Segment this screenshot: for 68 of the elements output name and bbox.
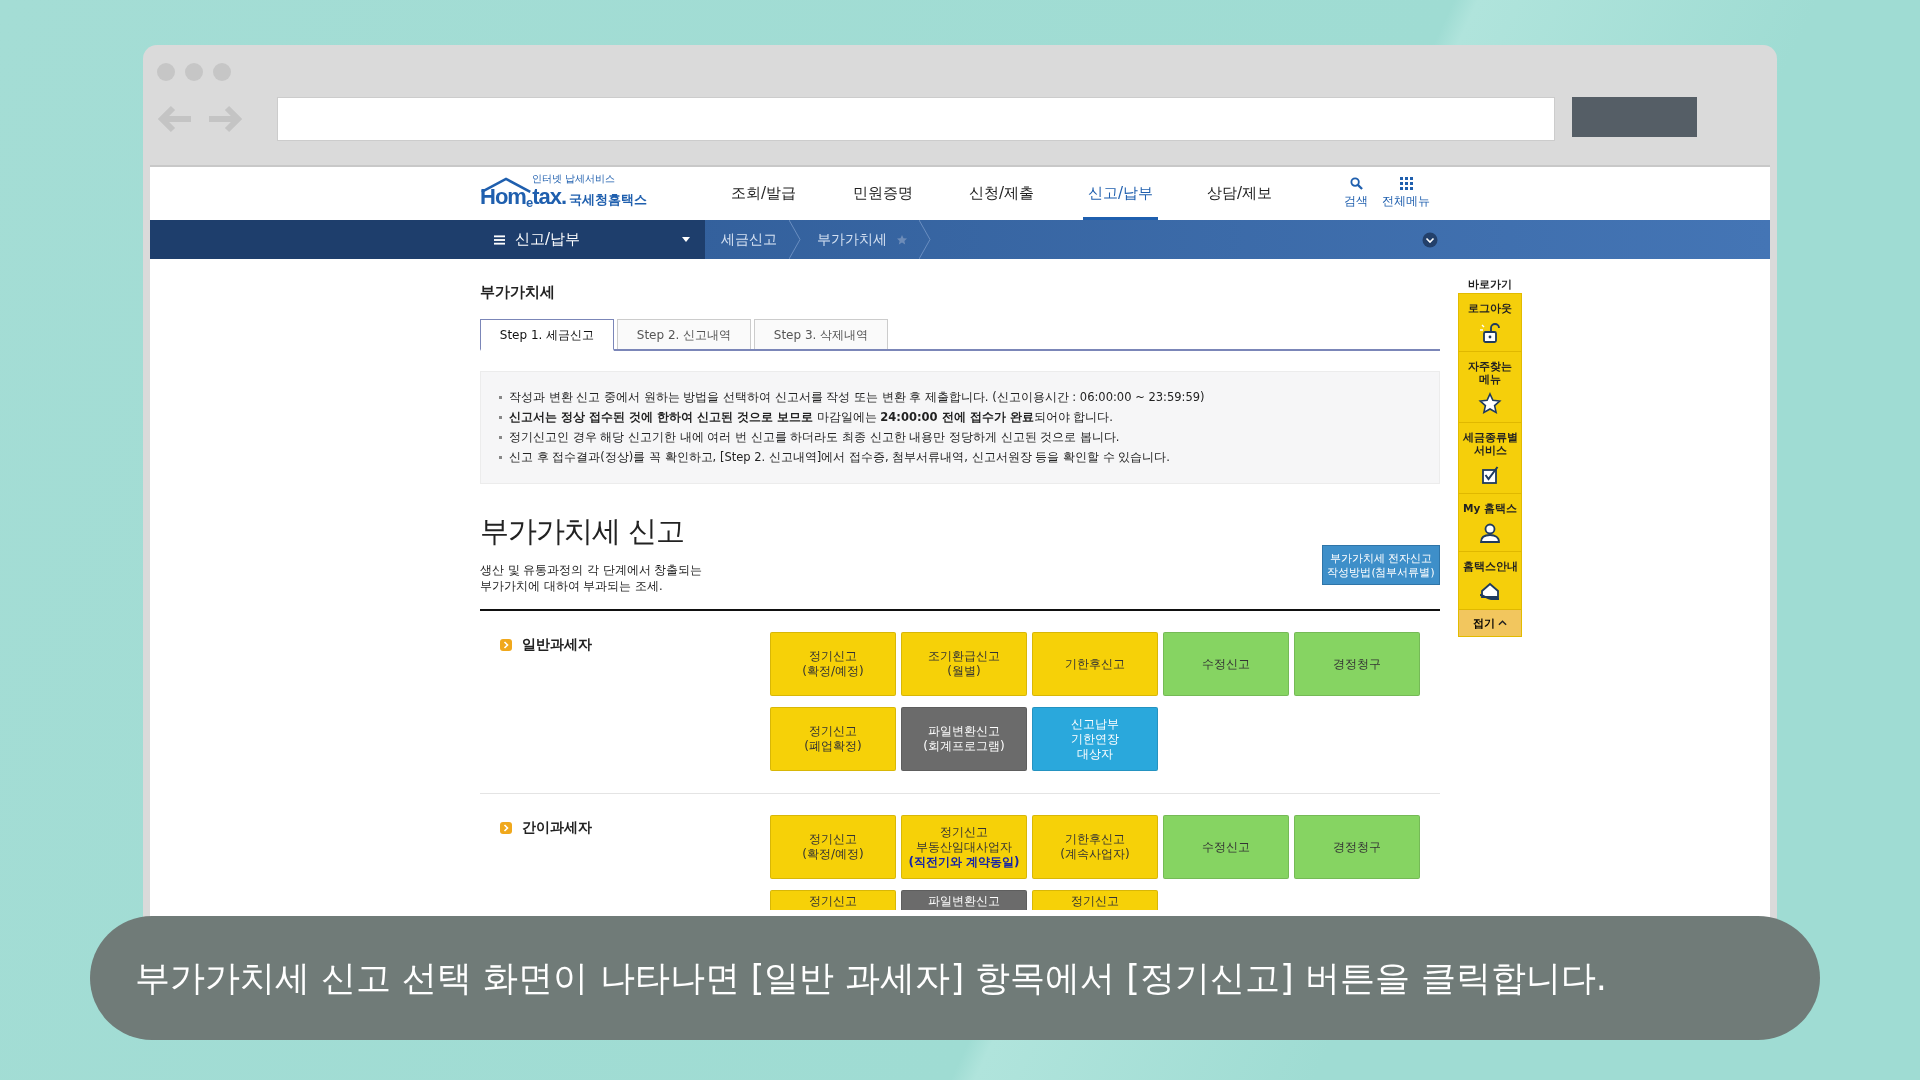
person-icon — [1478, 521, 1502, 545]
step-tab[interactable]: Step 1. 세금신고 — [480, 319, 614, 351]
bullet-icon — [499, 396, 502, 399]
page-title: 부가가치세 — [480, 283, 556, 303]
logo-name[interactable]: 국세청홈택스 — [569, 190, 648, 209]
breadcrumb-link[interactable]: 부가가치세 — [801, 220, 919, 259]
step-tab[interactable]: Step 2. 신고내역 — [617, 319, 751, 349]
section-title: 부가가치세 신고 — [480, 513, 686, 550]
notice-text: 작성과 변환 신고 중에서 원하는 방법을 선택하여 신고서를 작성 또는 변환 후 제출합니다. (신고이용시간 : 06:00:00 ~ 23:59:59) — [509, 390, 1205, 405]
guide-button[interactable]: 부가가치세 전자신고 작성방법(첨부서류별) — [1322, 545, 1440, 585]
notice-text: 정기신고인 경우 해당 신고기한 내에 여러 번 신고를 하더라도 최종 신고한 내용만 정당하게 신고된 것으로 봅니다. — [509, 430, 1120, 445]
report-button[interactable]: 정기신고 (확정/예정) — [770, 815, 896, 879]
nav-tab[interactable]: 민원증명 — [823, 167, 942, 220]
report-button[interactable]: 기한후신고 (계속사업자) — [1032, 815, 1158, 879]
fold-button[interactable]: 접기 — [1459, 610, 1521, 636]
menu-icon — [494, 234, 505, 245]
expand-icon[interactable] — [1422, 232, 1438, 248]
dropdown-caret-icon — [682, 237, 690, 242]
notice-text: 신고 후 접수결과(정상)를 꼭 확인하고, [Step 2. 신고내역]에서 접수증, 첨부서류내역, 신고서원장 등을 확인할 수 있습니다. — [509, 450, 1170, 465]
arrow-bullet-icon — [500, 822, 512, 834]
nav-tab[interactable]: 조회/발급 — [704, 167, 823, 220]
search-icon — [1349, 177, 1363, 190]
quick-menu-item[interactable]: My 홈택스 — [1459, 494, 1521, 552]
logo-wordmark[interactable]: Hom$_{e}$tax. — [480, 183, 567, 216]
grid-icon — [1399, 177, 1413, 190]
bullet-icon — [499, 436, 502, 439]
chevron-icon — [919, 220, 931, 259]
logo-tagline: 인터넷 납세서비스 — [532, 172, 617, 184]
section-description: 생산 및 유통과정의 각 단계에서 창출되는 부가가치에 대하여 부과되는 조세. — [480, 562, 703, 594]
group-label: 일반과세자 — [522, 636, 592, 654]
nav-tab[interactable]: 상담/제보 — [1180, 167, 1299, 220]
bullet-icon — [499, 416, 502, 419]
quick-menu-item[interactable]: 세금종류별 서비스 — [1459, 423, 1521, 494]
report-button[interactable]: 정기신고 — [770, 890, 896, 910]
report-button[interactable]: 기한후신고 — [1032, 632, 1158, 696]
quick-menu-item[interactable]: 자주찾는 메뉴 — [1459, 352, 1521, 423]
all-menu-button[interactable]: 전체메뉴 — [1382, 177, 1430, 210]
report-button[interactable]: 경정청구 — [1294, 632, 1420, 696]
report-button[interactable]: 조기환급신고 (월별) — [901, 632, 1027, 696]
chevron-icon — [789, 220, 801, 259]
report-button[interactable]: 파일변환신고 — [901, 890, 1027, 910]
star-icon[interactable] — [897, 234, 907, 245]
notice-text: 신고서는 정상 접수된 것에 한하여 신고된 것으로 보므로 마감일에는 24:00:00 전에 접수가 완료되어야 합니다. — [509, 410, 1113, 425]
report-button[interactable]: 수정신고 — [1163, 815, 1289, 879]
group-label: 간이과세자 — [522, 819, 592, 837]
report-button[interactable]: 파일변환신고 (회계프로그램) — [901, 707, 1027, 771]
address-field[interactable] — [277, 97, 1555, 141]
report-button[interactable]: 경정청구 — [1294, 815, 1420, 879]
nav-tab[interactable]: 신고/납부 — [1061, 167, 1180, 220]
search-button[interactable]: 검색 — [1344, 177, 1368, 210]
nav-tab[interactable]: 신청/제출 — [942, 167, 1061, 220]
report-button[interactable]: 정기신고 (폐업확정) — [770, 707, 896, 771]
step-tab[interactable]: Step 3. 삭제내역 — [754, 319, 888, 349]
bullet-icon — [499, 456, 502, 459]
lock-icon — [1478, 321, 1502, 345]
report-button[interactable]: 수정신고 — [1163, 632, 1289, 696]
quick-menu-title: 바로가기 — [1467, 277, 1513, 293]
menu-dropdown[interactable]: 신고/납부 — [480, 220, 690, 259]
report-button[interactable]: 정기신고 — [1032, 890, 1158, 910]
caret-up-icon — [1498, 620, 1507, 626]
report-button[interactable]: 정기신고 부동산임대사업자 (직전기와 계약동일) — [901, 815, 1027, 879]
star-icon — [1478, 392, 1502, 416]
quick-menu-item[interactable]: 로그아웃 — [1459, 294, 1521, 352]
breadcrumb-link[interactable]: 세금신고 — [705, 220, 789, 259]
browser-button[interactable] — [1572, 97, 1697, 137]
caption-text: 부가가치세 신고 선택 화면이 나타나면 [일반 과세자] 항목에서 [정기신고] 버튼을 클릭합니다. — [135, 956, 1607, 1000]
arrow-bullet-icon — [500, 639, 512, 651]
report-button[interactable]: 정기신고 (확정/예정) — [770, 632, 896, 696]
